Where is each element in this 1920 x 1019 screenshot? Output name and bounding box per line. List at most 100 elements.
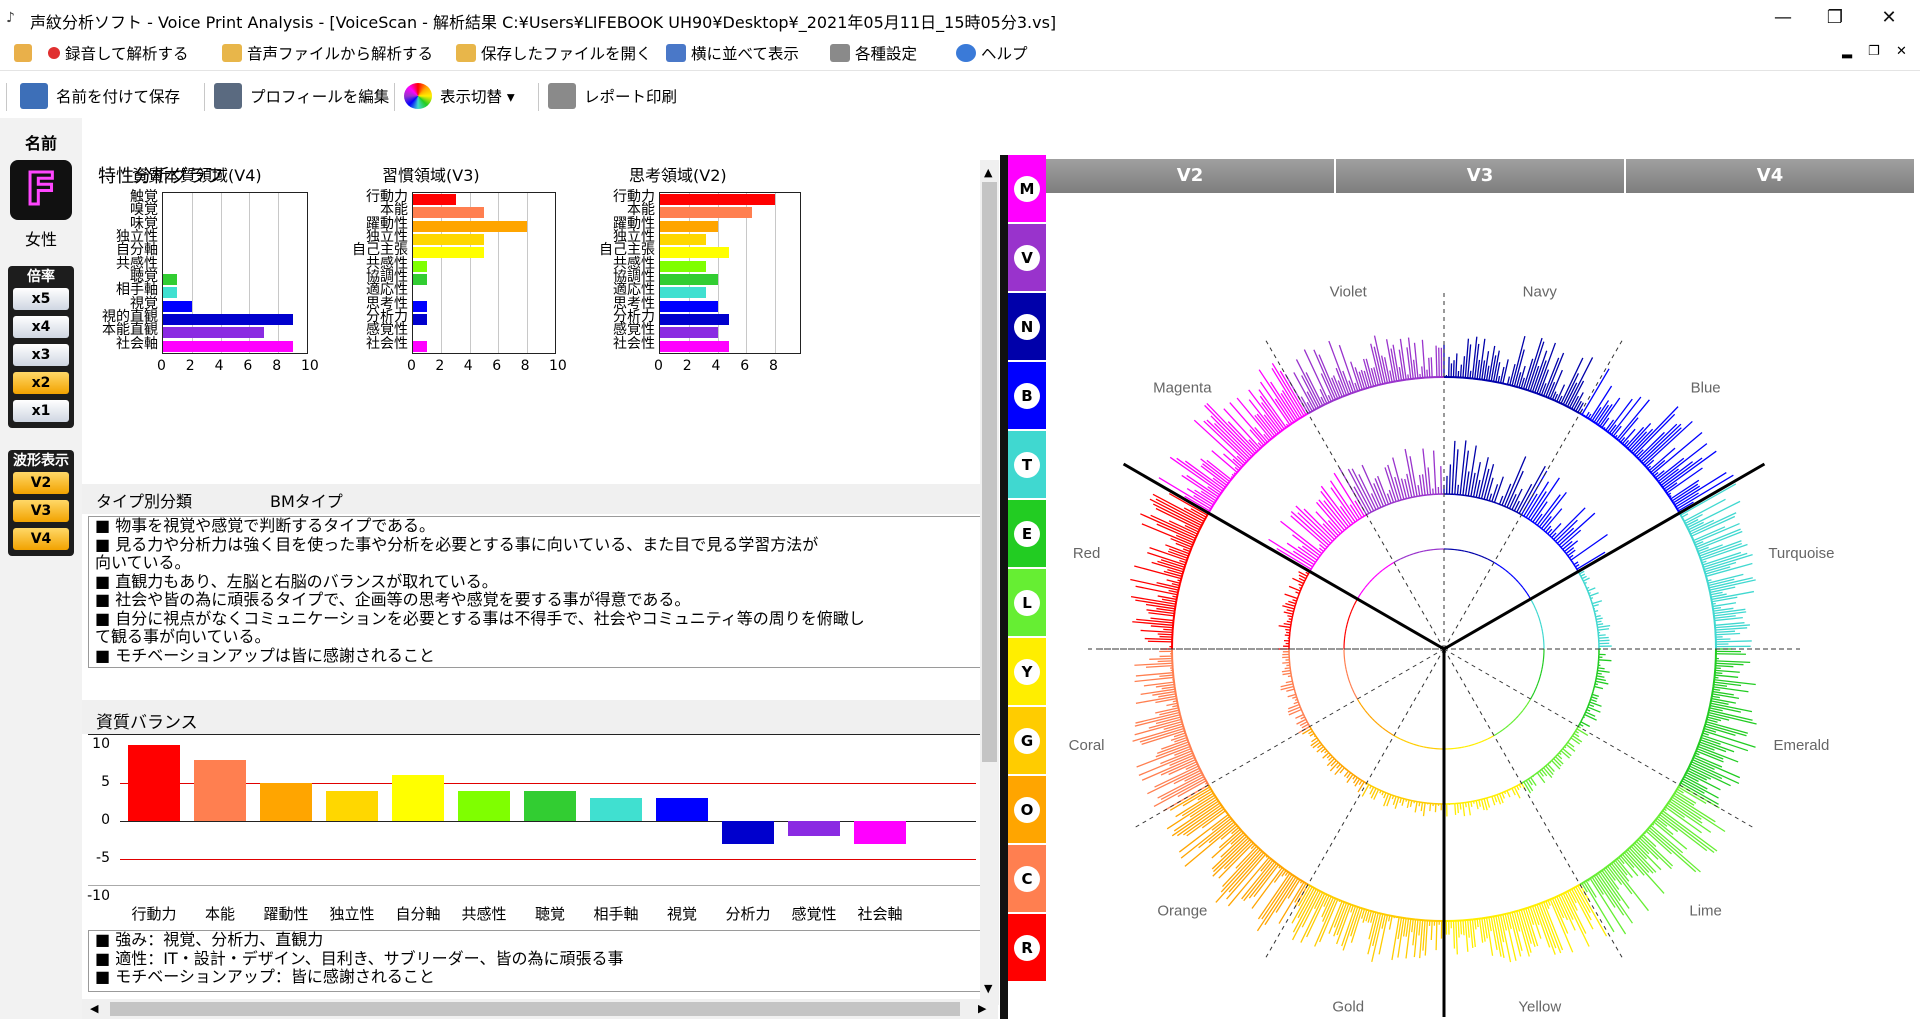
close-button[interactable]: ✕: [1866, 4, 1912, 32]
color-band-V[interactable]: V: [1008, 224, 1046, 291]
scroll-down-arrow[interactable]: ▼: [984, 982, 992, 995]
display-toggle-button[interactable]: 表示切替 ▾: [404, 83, 515, 109]
color-band-G[interactable]: G: [1008, 707, 1046, 774]
wheel-label-violet: Violet: [1330, 284, 1368, 301]
magnification-x2-button[interactable]: x2: [13, 372, 69, 394]
balance-category-label: 行動力: [131, 905, 177, 923]
menu-open-audio[interactable]: 音声ファイルから解析する: [222, 42, 433, 64]
chart-0-tick: 6: [243, 358, 253, 374]
header-v3[interactable]: V3: [1336, 159, 1624, 193]
menu-settings[interactable]: 各種設定: [830, 42, 917, 64]
magnification-x5-button[interactable]: x5: [13, 288, 69, 310]
color-band-Y[interactable]: Y: [1008, 638, 1046, 705]
chart-0-bar: [163, 300, 192, 312]
balance-category-label: 自分軸: [395, 905, 441, 923]
summary-line: ■ 適性：IT・設計・デザイン、目利き、サブリーダー、皆の為に頑張る事: [95, 948, 624, 968]
chart-2-bar: [660, 260, 706, 272]
color-band-C[interactable]: C: [1008, 845, 1046, 912]
description-line: ■ モチベーションアップは皆に感謝されること: [95, 645, 435, 665]
wheel-label-lime: Lime: [1689, 903, 1722, 920]
waveform-v3-button[interactable]: V3: [13, 500, 69, 522]
waveform-v4-button[interactable]: V4: [13, 528, 69, 550]
magnification-title: 倍率: [27, 269, 55, 285]
folder-icon: [222, 44, 242, 62]
menu-tile[interactable]: 横に並べて表示: [666, 42, 799, 64]
color-band-B[interactable]: B: [1008, 362, 1046, 429]
scroll-left-arrow[interactable]: ◀: [90, 1002, 98, 1015]
summary-textbox[interactable]: ■ 強み：視覚、分析力、直観力 ■ 適性：IT・設計・デザイン、目利き、サブリーダ…: [88, 930, 980, 992]
horizontal-scroll-thumb[interactable]: [110, 1002, 960, 1016]
mdi-restore-button[interactable]: ❐: [1868, 44, 1880, 59]
save-as-label: 名前を付けて保存: [56, 88, 181, 106]
magnification-x4-button[interactable]: x4: [13, 316, 69, 338]
magnification-x1-button[interactable]: x1: [13, 400, 69, 422]
gender-label: 女性: [24, 230, 57, 249]
color-band-L[interactable]: L: [1008, 569, 1046, 636]
color-band-T[interactable]: T: [1008, 431, 1046, 498]
balance-bar: [854, 821, 906, 844]
avatar[interactable]: F: [10, 160, 72, 220]
save-as-button[interactable]: 名前を付けて保存: [20, 83, 181, 109]
chart-gridline: [526, 193, 528, 353]
balance-bar: [722, 821, 774, 844]
mdi-close-button[interactable]: ✕: [1896, 44, 1907, 59]
menu-open-saved[interactable]: 保存したファイルを開く: [456, 42, 652, 64]
description-line: ■ 自分に視点がなくコミュニケーションを必要とする事は不得手で、社会やコミュニテ…: [95, 608, 865, 628]
folder-open-icon: [456, 44, 476, 62]
chart-1-bar: [413, 220, 527, 232]
balance-ytick: -5: [96, 850, 110, 866]
print-report-button[interactable]: レポート印刷: [548, 83, 677, 109]
menu-record[interactable]: 録音して解析する: [48, 42, 189, 64]
chart-1-tick: 4: [463, 358, 473, 374]
chart-2-bar: [660, 287, 706, 299]
vertical-scroll-thumb[interactable]: [982, 182, 997, 762]
balance-ytick: -10: [87, 888, 110, 904]
color-band-O[interactable]: O: [1008, 776, 1046, 843]
color-band-E[interactable]: E: [1008, 500, 1046, 567]
chart-2-tick: 2: [682, 358, 692, 374]
type-description-textbox[interactable]: ■ 物事を視覚や感覚で判断するタイプである。 ■ 見る力や分析力は強く目を使った事…: [88, 516, 980, 668]
header-v4[interactable]: V4: [1626, 159, 1914, 193]
minimize-button[interactable]: —: [1760, 4, 1806, 32]
chart-2-bar: [660, 220, 718, 232]
color-band-M[interactable]: M: [1008, 155, 1046, 222]
color-band-R[interactable]: R: [1008, 914, 1046, 981]
chart-1-bar: [413, 314, 428, 325]
title-bar: ♪ 声紋分析ソフト - Voice Print Analysis - [Voic…: [0, 0, 1920, 36]
chart-2-title: 思考領域(V2): [629, 166, 727, 185]
menu-help[interactable]: ヘルプ: [956, 42, 1028, 64]
chart-1-bar: [413, 300, 428, 312]
magnification-x3-button[interactable]: x3: [13, 344, 69, 366]
edit-profile-button[interactable]: プロフィールを編集: [214, 83, 389, 109]
mdi-minimize-button[interactable]: ▂: [1842, 44, 1852, 59]
waveform-v2-button[interactable]: V2: [13, 472, 69, 494]
wheel-label-coral: Coral: [1069, 737, 1105, 754]
mdi-window-icon[interactable]: [14, 42, 37, 64]
pane-divider[interactable]: [1000, 155, 1008, 1019]
wheel-label-magenta: Magenta: [1153, 379, 1212, 396]
balance-ytick: 10: [92, 736, 110, 752]
wheel-label-navy: Navy: [1523, 284, 1558, 301]
scroll-up-arrow[interactable]: ▲: [984, 166, 992, 179]
color-band-letter: C: [1014, 865, 1040, 892]
description-line: ■ 物事を視覚や感覚で判断するタイプである。: [95, 516, 436, 535]
description-line: 向いている。: [95, 553, 191, 572]
chart-2-bar: [660, 274, 718, 285]
color-band-N[interactable]: N: [1008, 293, 1046, 360]
analysis-pane: 特性分析グラフ 資質本質領域(V4) 0 2 4 6 8 10 触覚 嗅覚 味覚 独立性 自分軸 共感性…: [82, 150, 980, 1019]
balance-chart: 10 5 0 -5 -10 行動力 本能 躍動性 独立性 自分軸 共感性 聴覚 相手軸 視覚 分析力 感覚性 社…: [87, 734, 980, 923]
menu-help-label: ヘルプ: [981, 45, 1028, 63]
color-band-letter: M: [1014, 175, 1040, 202]
header-v2[interactable]: V2: [1046, 159, 1334, 193]
restore-button[interactable]: ❐: [1812, 4, 1858, 32]
balance-reference-line: [120, 859, 976, 860]
vertical-scrollbar[interactable]: ▲ ▼: [980, 160, 999, 1005]
toolbar: 名前を付けて保存 プロフィールを編集 表示切替 ▾ レポート印刷: [0, 70, 1920, 119]
balance-reference-line: [120, 783, 976, 784]
scroll-right-arrow[interactable]: ▶: [978, 1002, 986, 1015]
menu-record-label: 録音して解析する: [65, 45, 189, 63]
chart-1-bar: [413, 247, 484, 259]
horizontal-scrollbar[interactable]: ◀ ▶: [82, 999, 998, 1019]
settings-icon: [830, 44, 850, 62]
chart-gridline: [775, 193, 776, 353]
